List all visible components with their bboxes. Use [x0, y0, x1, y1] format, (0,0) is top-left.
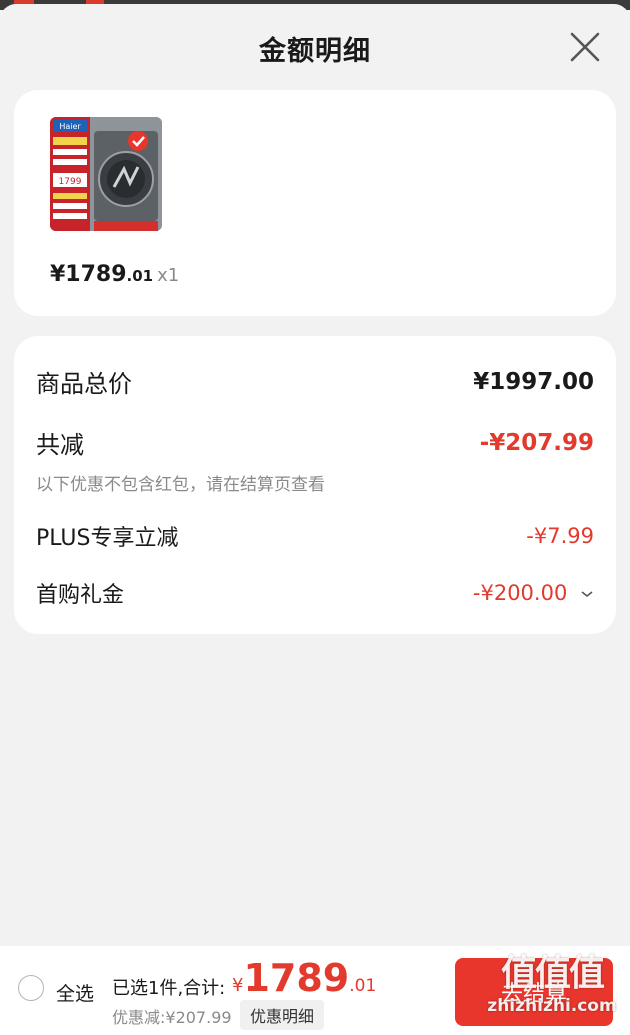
first-buy-value-wrap: -¥200.00	[473, 581, 594, 605]
chevron-down-icon[interactable]	[580, 589, 594, 599]
close-icon	[570, 32, 600, 62]
plus-discount-value: -¥7.99	[526, 524, 594, 548]
checkout-button[interactable]: 去结算	[455, 958, 613, 1026]
brand-logo-text: Haier	[59, 122, 81, 131]
sheet-header: 金额明细	[0, 4, 630, 90]
reduction-value: -¥207.99	[479, 429, 594, 456]
product-price-cents: .01	[126, 267, 154, 285]
reduction-note: 以下优惠不包含红包，请在结算页查看	[36, 475, 325, 495]
price-summary-card: 商品总价 ¥1997.00 共减 -¥207.99 以下优惠不包含红包，请在结算…	[14, 336, 616, 634]
product-price: ¥1789.01 x1	[50, 262, 179, 287]
close-button[interactable]	[568, 30, 602, 64]
sheet-title: 金额明细	[259, 36, 371, 67]
amount-detail-sheet: 金额明细 Haier 1799 ¥1789.01 x1 商品总价 ¥1997.0…	[0, 4, 630, 1035]
select-all-radio[interactable]	[18, 975, 44, 1001]
selected-count-text: 已选1件,合计:	[112, 978, 226, 999]
discount-detail-button[interactable]: 优惠明细	[240, 1000, 325, 1030]
checkout-bar: 全选 已选1件,合计: ¥1789.01 优惠减:¥207.99 优惠明细 去结…	[0, 946, 630, 1035]
total-currency: ¥	[232, 975, 244, 996]
total-price-row: 商品总价 ¥1997.00	[36, 364, 594, 399]
badge-price-text: 1799	[59, 177, 82, 187]
plus-discount-row: PLUS专享立减 -¥7.99	[36, 520, 594, 552]
first-buy-value: -¥200.00	[472, 581, 568, 605]
total-price-label: 商品总价	[36, 370, 132, 398]
product-thumbnail[interactable]: Haier 1799	[50, 117, 162, 231]
reduction-row: 共减 -¥207.99	[36, 425, 594, 460]
washing-machine-image: Haier 1799	[50, 117, 162, 231]
discount-text: 优惠减:¥207.99	[112, 1008, 232, 1027]
product-quantity: x1	[157, 265, 180, 286]
product-card: Haier 1799 ¥1789.01 x1	[14, 90, 616, 316]
select-all-label[interactable]: 全选	[56, 979, 94, 1006]
reduction-label: 共减	[36, 431, 84, 459]
total-integer: 1789	[243, 956, 350, 1000]
total-amount: ¥1789.01	[232, 956, 376, 1000]
first-buy-row[interactable]: 首购礼金 -¥200.00	[36, 577, 594, 609]
total-price-value: ¥1997.00	[473, 368, 594, 395]
plus-discount-label: PLUS专享立减	[36, 526, 179, 551]
product-price-integer: ¥1789	[50, 262, 127, 287]
total-cents: .01	[349, 976, 377, 996]
first-buy-label: 首购礼金	[36, 583, 125, 608]
